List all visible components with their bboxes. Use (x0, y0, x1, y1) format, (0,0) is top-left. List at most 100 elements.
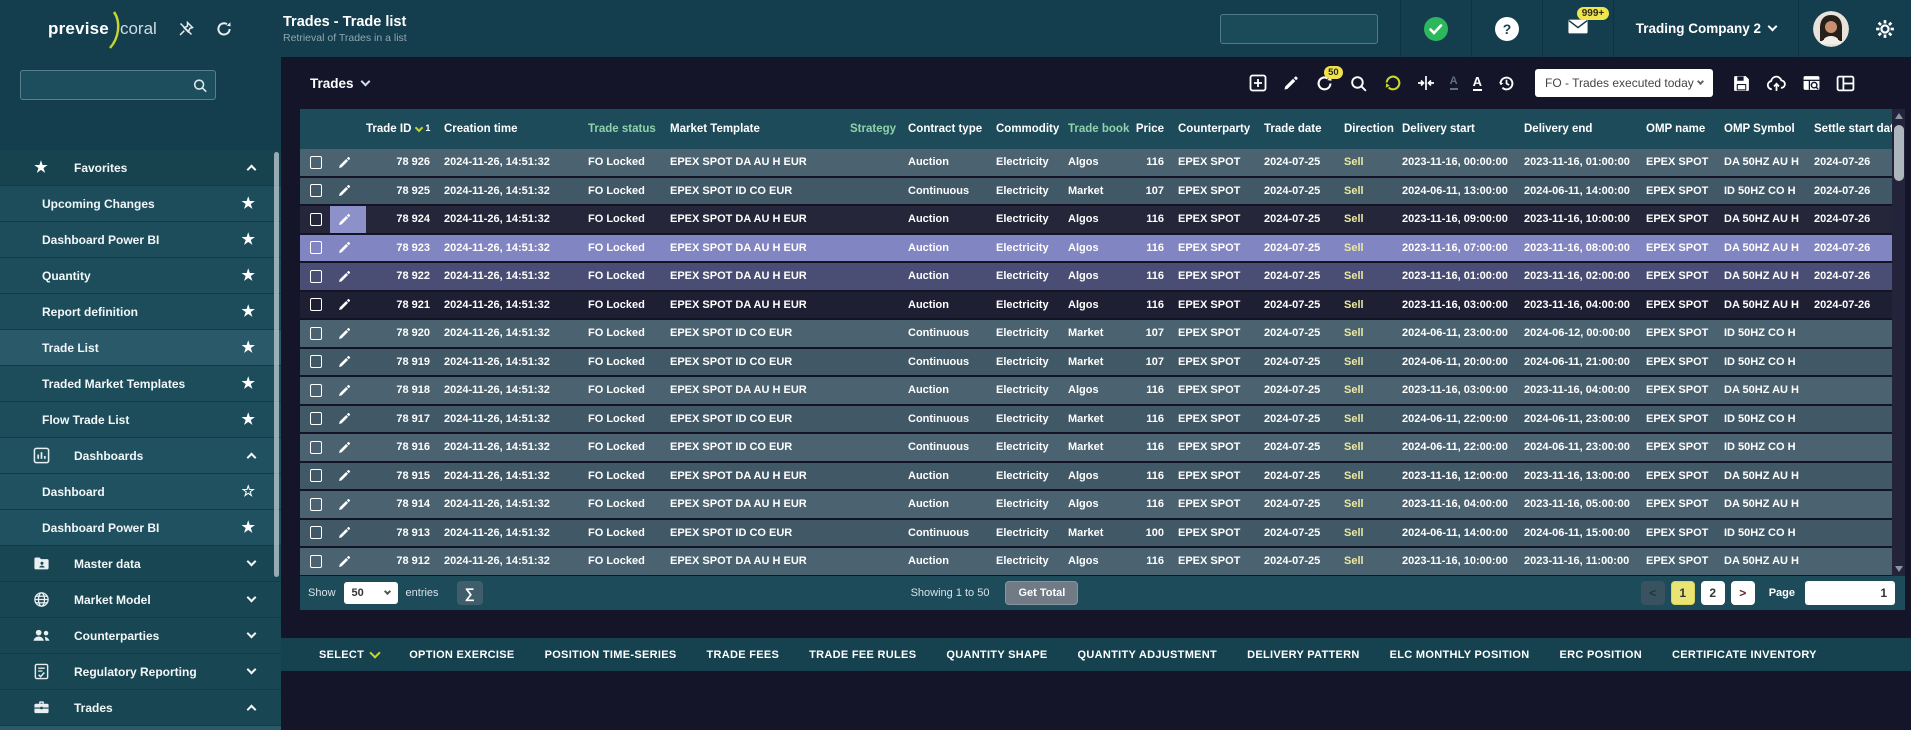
sidebar-search-input[interactable] (21, 78, 192, 92)
column-commodity[interactable]: Commodity (996, 123, 1068, 135)
row-edit-button[interactable] (330, 463, 366, 490)
column-strategy[interactable]: Strategy (850, 123, 908, 135)
favorite-star-icon[interactable] (242, 268, 255, 283)
table-row[interactable]: 78 921 2024-11-26, 14:51:32 FO Locked EP… (300, 292, 1892, 321)
row-edit-button[interactable] (330, 206, 366, 233)
sidebar-section-master-data[interactable]: Master data (0, 546, 281, 582)
row-checkbox[interactable] (300, 178, 330, 205)
favorite-star-icon[interactable] (242, 196, 255, 211)
table-row[interactable]: 78 926 2024-11-26, 14:51:32 FO Locked EP… (300, 149, 1892, 178)
row-checkbox[interactable] (300, 235, 330, 262)
table-selector[interactable]: Trades (310, 76, 369, 91)
row-edit-button[interactable] (330, 548, 366, 575)
view-select[interactable]: FO - Trades executed today (1535, 69, 1713, 97)
table-row[interactable]: 78 912 2024-11-26, 14:51:32 FO Locked EP… (300, 548, 1892, 577)
row-checkbox[interactable] (300, 434, 330, 461)
favorite-star-icon[interactable] (242, 520, 255, 535)
table-row[interactable]: 78 922 2024-11-26, 14:51:32 FO Locked EP… (300, 263, 1892, 292)
clear-filters-button[interactable] (1383, 74, 1402, 93)
column-trade-date[interactable]: Trade date (1264, 123, 1344, 135)
unpin-menu-icon[interactable] (177, 20, 195, 38)
row-checkbox[interactable] (300, 206, 330, 233)
global-search-input[interactable] (1221, 22, 1388, 36)
status-check-icon[interactable] (1423, 16, 1449, 42)
row-checkbox[interactable] (300, 520, 330, 547)
sidebar-item[interactable]: Trade List (0, 330, 281, 366)
refresh-button[interactable]: 50 (1315, 74, 1334, 93)
row-checkbox[interactable] (300, 263, 330, 290)
sidebar-item[interactable]: Flow Trade List (0, 402, 281, 438)
row-checkbox[interactable] (300, 349, 330, 376)
table-row[interactable]: 78 919 2024-11-26, 14:51:32 FO Locked EP… (300, 349, 1892, 378)
table-row[interactable]: 78 916 2024-11-26, 14:51:32 FO Locked EP… (300, 434, 1892, 463)
get-total-button[interactable]: Get Total (1005, 581, 1078, 605)
favorite-star-icon[interactable] (242, 412, 255, 427)
column-omp-name[interactable]: OMP name (1646, 123, 1724, 135)
column-trade-id[interactable]: Trade ID1 (366, 123, 444, 135)
table-row[interactable]: 78 918 2024-11-26, 14:51:32 FO Locked EP… (300, 377, 1892, 406)
sidebar-item[interactable]: Dashboard Power BI (0, 510, 281, 546)
page-size-select[interactable]: 50 (344, 582, 398, 604)
bottom-tab[interactable]: CERTIFICATE INVENTORY (1672, 649, 1817, 661)
row-checkbox[interactable] (300, 406, 330, 433)
row-checkbox[interactable] (300, 377, 330, 404)
row-checkbox[interactable] (300, 292, 330, 319)
bottom-tab[interactable]: DELIVERY PATTERN (1247, 649, 1360, 661)
prev-page-button[interactable]: < (1641, 581, 1665, 605)
column-creation-time[interactable]: Creation time (444, 123, 588, 135)
favorite-star-icon[interactable] (242, 232, 255, 247)
column-delivery-end[interactable]: Delivery end (1524, 123, 1646, 135)
help-button[interactable]: ? (1494, 16, 1520, 42)
bottom-tab[interactable]: TRADE FEE RULES (809, 649, 916, 661)
column-trade-book[interactable]: Trade book (1068, 123, 1132, 135)
row-edit-button[interactable] (330, 292, 366, 319)
row-edit-button[interactable] (330, 263, 366, 290)
browse-data-button[interactable] (1802, 74, 1821, 93)
row-checkbox[interactable] (300, 491, 330, 518)
bottom-tab[interactable]: ERC POSITION (1560, 649, 1642, 661)
column-delivery-start[interactable]: Delivery start (1402, 123, 1524, 135)
bottom-tab[interactable]: TRADE FEES (706, 649, 779, 661)
column-market-template[interactable]: Market Template (670, 123, 850, 135)
table-row[interactable]: 78 917 2024-11-26, 14:51:32 FO Locked EP… (300, 406, 1892, 435)
favorite-star-icon[interactable] (242, 340, 255, 355)
sidebar-section-regulatory-reporting[interactable]: Regulatory Reporting (0, 654, 281, 690)
row-edit-button[interactable] (330, 149, 366, 176)
text-size-button[interactable]: A (1473, 75, 1482, 91)
row-checkbox[interactable] (300, 548, 330, 575)
row-edit-button[interactable] (330, 520, 366, 547)
column-omp-symbol[interactable]: OMP Symbol (1724, 123, 1814, 135)
sidebar-item[interactable]: Dashboard (0, 474, 281, 510)
sidebar-item[interactable]: Dashboard Power BI (0, 222, 281, 258)
bottom-tab[interactable]: POSITION TIME-SERIES (545, 649, 677, 661)
reset-history-button[interactable] (1497, 74, 1516, 93)
column-direction[interactable]: Direction (1344, 123, 1402, 135)
table-row[interactable]: 78 914 2024-11-26, 14:51:32 FO Locked EP… (300, 491, 1892, 520)
page-number-input[interactable] (1805, 581, 1895, 605)
sidebar-section-dashboards[interactable]: Dashboards (0, 438, 281, 474)
bottom-tab[interactable]: ELC MONTHLY POSITION (1390, 649, 1530, 661)
scrollbar-thumb[interactable] (1894, 125, 1904, 181)
sidebar-section-favorites[interactable]: Favorites (0, 150, 281, 186)
settings-button[interactable] (1875, 19, 1895, 39)
next-page-button[interactable]: > (1731, 581, 1755, 605)
add-row-button[interactable] (1249, 74, 1267, 92)
favorite-star-icon[interactable] (242, 484, 255, 499)
sidebar-section-trades[interactable]: Trades (0, 690, 281, 726)
table-row[interactable]: 78 924 2024-11-26, 14:51:32 FO Locked EP… (300, 206, 1892, 235)
edit-button[interactable] (1282, 74, 1300, 92)
sidebar-section-market-model[interactable]: Market Model (0, 582, 281, 618)
row-edit-button[interactable] (330, 235, 366, 262)
table-scrollbar[interactable] (1892, 109, 1905, 576)
bottom-tab[interactable]: OPTION EXERCISE (409, 649, 514, 661)
column-contract-type[interactable]: Contract type (908, 123, 996, 135)
row-checkbox[interactable] (300, 463, 330, 490)
table-row[interactable]: 78 915 2024-11-26, 14:51:32 FO Locked EP… (300, 463, 1892, 492)
row-checkbox[interactable] (300, 320, 330, 347)
column-counterparty[interactable]: Counterparty (1178, 123, 1264, 135)
row-edit-button[interactable] (330, 406, 366, 433)
save-view-button[interactable] (1732, 74, 1751, 93)
sidebar-item[interactable]: Quantity (0, 258, 281, 294)
row-edit-button[interactable] (330, 434, 366, 461)
cloud-upload-button[interactable] (1766, 74, 1787, 93)
